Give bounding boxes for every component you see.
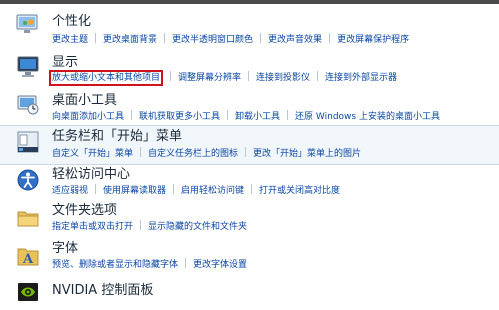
category-links: 指定单击或双击打开 显示隐藏的文件和文件夹 xyxy=(52,220,247,233)
category-title[interactable]: 文件夹选项 xyxy=(52,203,117,219)
ease-of-access-icon xyxy=(16,168,40,192)
separator xyxy=(164,33,166,43)
personalization-icon xyxy=(16,12,40,36)
link-change-theme[interactable]: 更改主题 xyxy=(52,35,88,45)
separator xyxy=(95,184,97,194)
category-desktop-gadgets: 桌面小工具 向桌面添加小工具 联机获取更多小工具 卸载小工具 还原 Windows 上… xyxy=(0,90,499,126)
category-personalization: 个性化 更改主题 更改桌面背景 更改半透明窗口颜色 更改声音效果 更改屏幕保护程序 xyxy=(0,8,499,48)
category-links: 适应弱视 使用屏幕读取器 启用轻松访问键 打开或关闭高对比度 xyxy=(52,184,340,197)
link-change-sound-effects[interactable]: 更改声音效果 xyxy=(268,35,322,45)
separator xyxy=(173,184,175,194)
link-single-or-double-click[interactable]: 指定单击或双击打开 xyxy=(52,222,133,232)
link-connect-projector[interactable]: 连接到投影仪 xyxy=(256,73,310,83)
separator xyxy=(317,71,319,81)
category-display: 显示 放大或缩小文本和其他项目 调整屏幕分辨率 连接到投影仪 连接到外部显示器 xyxy=(0,50,499,90)
nvidia-icon xyxy=(16,280,40,304)
link-screen-reader[interactable]: 使用屏幕读取器 xyxy=(103,186,166,196)
separator xyxy=(140,147,142,157)
link-change-desktop-background[interactable]: 更改桌面背景 xyxy=(103,35,157,45)
window-top-edge xyxy=(0,0,499,4)
category-links: 预览、删除或者显示和隐藏字体 更改字体设置 xyxy=(52,258,247,271)
category-fonts: A 字体 预览、删除或者显示和隐藏字体 更改字体设置 xyxy=(0,239,499,277)
link-connect-external-display[interactable]: 连接到外部显示器 xyxy=(325,73,397,83)
category-taskbar-start-menu[interactable]: 任务栏和「开始」菜单 自定义「开始」菜单 自定义任务栏上的图标 更改「开始」菜单上的… xyxy=(0,125,499,165)
separator xyxy=(248,71,250,81)
folder-options-icon xyxy=(16,206,40,230)
link-preview-delete-fonts[interactable]: 预览、删除或者显示和隐藏字体 xyxy=(52,260,178,270)
link-low-vision[interactable]: 适应弱视 xyxy=(52,186,88,196)
separator xyxy=(131,110,133,120)
separator xyxy=(140,220,142,230)
category-title[interactable]: 桌面小工具 xyxy=(52,93,117,109)
fonts-icon: A xyxy=(16,244,40,268)
category-links: 放大或缩小文本和其他项目 调整屏幕分辨率 连接到投影仪 连接到外部显示器 xyxy=(48,70,397,86)
link-adjust-resolution[interactable]: 调整屏幕分辨率 xyxy=(178,73,241,83)
category-ease-of-access: 轻松访问中心 适应弱视 使用屏幕读取器 启用轻松访问键 打开或关闭高对比度 xyxy=(0,165,499,201)
separator xyxy=(329,33,331,43)
link-add-gadgets[interactable]: 向桌面添加小工具 xyxy=(52,112,124,122)
link-zoom-text-highlighted[interactable]: 放大或缩小文本和其他项目 xyxy=(48,70,164,86)
link-uninstall-gadget[interactable]: 卸载小工具 xyxy=(235,112,280,122)
link-high-contrast[interactable]: 打开或关闭高对比度 xyxy=(259,186,340,196)
separator xyxy=(227,110,229,120)
link-change-window-color[interactable]: 更改半透明窗口颜色 xyxy=(172,35,253,45)
category-nvidia-control-panel: NVIDIA 控制面板 xyxy=(0,277,499,307)
desktop-gadgets-icon xyxy=(16,93,40,117)
category-title[interactable]: 任务栏和「开始」菜单 xyxy=(52,129,182,145)
link-get-more-gadgets[interactable]: 联机获取更多小工具 xyxy=(139,112,220,122)
separator xyxy=(287,110,289,120)
category-links: 向桌面添加小工具 联机获取更多小工具 卸载小工具 还原 Windows 上安装的桌面小… xyxy=(52,110,440,123)
link-change-font-settings[interactable]: 更改字体设置 xyxy=(193,260,247,270)
link-show-hidden-files[interactable]: 显示隐藏的文件和文件夹 xyxy=(148,222,247,232)
link-change-screensaver[interactable]: 更改屏幕保护程序 xyxy=(337,35,409,45)
separator xyxy=(260,33,262,43)
category-links: 自定义「开始」菜单 自定义任务栏上的图标 更改「开始」菜单上的图片 xyxy=(52,147,361,160)
category-title[interactable]: 显示 xyxy=(52,55,78,71)
category-title[interactable]: 个性化 xyxy=(52,14,91,30)
separator xyxy=(185,258,187,268)
category-title[interactable]: 字体 xyxy=(52,241,78,257)
taskbar-icon xyxy=(16,130,40,154)
category-title[interactable]: 轻松访问中心 xyxy=(52,167,130,183)
separator xyxy=(95,33,97,43)
link-change-start-menu-picture[interactable]: 更改「开始」菜单上的图片 xyxy=(253,149,361,159)
category-folder-options: 文件夹选项 指定单击或双击打开 显示隐藏的文件和文件夹 xyxy=(0,201,499,237)
link-restore-gadgets[interactable]: 还原 Windows 上安装的桌面小工具 xyxy=(295,112,440,122)
link-customize-start-menu[interactable]: 自定义「开始」菜单 xyxy=(52,149,133,159)
separator xyxy=(251,184,253,194)
link-enable-access-keys[interactable]: 启用轻松访问键 xyxy=(181,186,244,196)
category-links: 更改主题 更改桌面背景 更改半透明窗口颜色 更改声音效果 更改屏幕保护程序 xyxy=(52,33,409,46)
separator xyxy=(245,147,247,157)
separator xyxy=(170,71,172,81)
display-icon xyxy=(16,55,40,79)
svg-text:A: A xyxy=(22,252,34,267)
link-customize-taskbar-icons[interactable]: 自定义任务栏上的图标 xyxy=(148,149,238,159)
category-title[interactable]: NVIDIA 控制面板 xyxy=(52,283,153,299)
